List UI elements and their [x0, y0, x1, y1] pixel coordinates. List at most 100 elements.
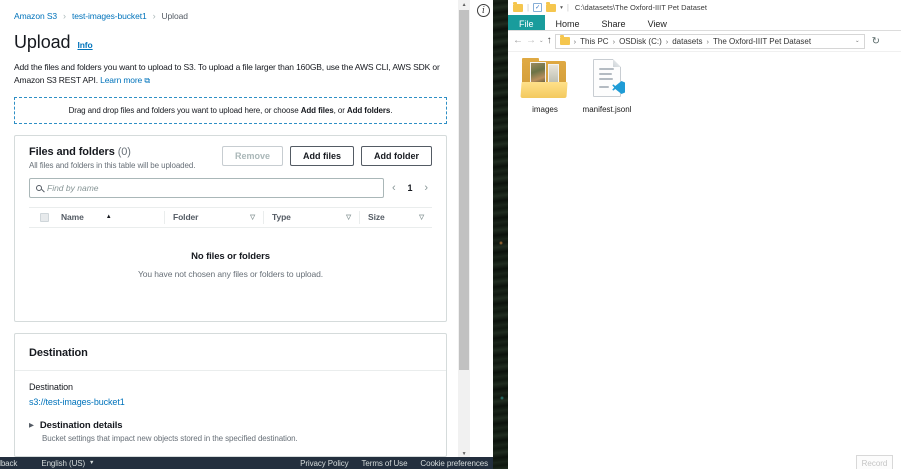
add-folder-button[interactable]: Add folder — [361, 146, 432, 166]
nav-forward-button[interactable]: → — [526, 36, 536, 46]
address-item-datasets[interactable]: datasets — [672, 37, 702, 46]
privacy-policy-link[interactable]: Privacy Policy — [300, 459, 348, 468]
filter-icon[interactable]: ▽ — [250, 213, 255, 221]
filter-icon[interactable]: ▽ — [419, 213, 424, 221]
filter-icon[interactable]: ▽ — [346, 213, 351, 221]
breadcrumb: Amazon S3 › test-images-bucket1 › Upload — [14, 11, 447, 21]
ribbon-tab-view[interactable]: View — [637, 15, 678, 30]
explorer-content[interactable]: images manifest.jsonl Record — [508, 52, 901, 469]
screen: Amazon S3 › test-images-bucket1 › Upload… — [0, 0, 901, 469]
address-bar[interactable]: › This PC › OSDisk (C:) › datasets › The… — [555, 34, 865, 49]
address-chevron-icon[interactable]: › — [666, 37, 669, 46]
file-label: manifest.jsonl — [583, 105, 632, 114]
refresh-button[interactable]: ↻ — [872, 36, 880, 47]
destination-details-title: Destination details — [40, 420, 123, 431]
jsonl-file-icon — [582, 56, 632, 102]
breadcrumb-link-amazon-s3[interactable]: Amazon S3 — [14, 11, 57, 21]
learn-more-link[interactable]: Learn more — [100, 75, 142, 85]
scroll-up-icon[interactable]: ▲ — [458, 0, 470, 9]
scroll-thumb[interactable] — [459, 10, 469, 370]
file-item-manifest-jsonl[interactable]: manifest.jsonl — [574, 56, 640, 114]
nav-up-button[interactable]: ↑ — [547, 36, 552, 46]
desktop-wallpaper — [493, 0, 508, 469]
select-all-cell — [29, 213, 59, 222]
ribbon-tab-share[interactable]: Share — [591, 15, 637, 30]
column-type-label: Type — [272, 212, 291, 222]
address-dropdown-icon[interactable]: ⌄ — [855, 38, 860, 44]
address-folder-icon — [560, 37, 570, 45]
add-files-button[interactable]: Add files — [290, 146, 354, 166]
files-card-subtitle: All files and folders in this table will… — [29, 161, 195, 170]
destination-card-title: Destination — [29, 347, 88, 359]
search-input[interactable] — [47, 183, 377, 193]
ribbon-tab-file[interactable]: File — [508, 15, 545, 30]
files-card-title: Files and folders (0) — [29, 146, 195, 158]
nav-history-dropdown-icon[interactable]: ⌄ — [539, 38, 544, 44]
page-title: Upload — [14, 32, 70, 53]
dropzone-add-files-text: Add files — [301, 106, 334, 115]
expander-arrow-icon: ▶ — [29, 421, 34, 429]
dropzone-text: Drag and drop files and folders you want… — [69, 106, 301, 115]
ribbon-tabs: File Home Share View — [508, 15, 901, 31]
cookie-preferences-link[interactable]: Cookie preferences — [420, 459, 488, 468]
column-header-type[interactable]: Type ▽ — [263, 211, 359, 224]
next-page-button[interactable]: › — [424, 182, 428, 194]
feedback-link[interactable]: Feedback — [0, 459, 17, 468]
remove-button[interactable]: Remove — [222, 146, 283, 166]
info-link[interactable]: Info — [77, 40, 92, 50]
nav-back-button[interactable]: ← — [513, 36, 523, 46]
page-scrollbar[interactable]: ▲ ▼ — [458, 0, 470, 458]
destination-details-expander[interactable]: ▶ Destination details — [29, 420, 432, 431]
explorer-titlebar[interactable]: | ✓ ▾ | C:\datasets\The Oxford-IIIT Pet … — [508, 0, 901, 15]
column-name-label: Name — [61, 212, 84, 222]
empty-state-title: No files or folders — [29, 251, 432, 262]
images-folder-icon — [520, 56, 570, 102]
column-header-name[interactable]: Name ▲ — [59, 212, 164, 222]
footer-links: Privacy Policy Terms of Use Cookie prefe… — [300, 459, 493, 468]
table-header: Name ▲ Folder ▽ Type ▽ Size ▽ — [29, 207, 432, 228]
navigation-bar: ← → ⌄ ↑ › This PC › OSDisk (C:) › datase… — [508, 31, 901, 52]
qat-new-folder-icon[interactable] — [546, 4, 556, 12]
empty-state-message: You have not chosen any files or folders… — [29, 269, 432, 279]
file-explorer-window: | ✓ ▾ | C:\datasets\The Oxford-IIIT Pet … — [508, 0, 901, 469]
file-label: images — [532, 105, 558, 114]
document-page — [593, 59, 621, 97]
page-number[interactable]: 1 — [408, 183, 413, 193]
qat-properties-check-icon[interactable]: ✓ — [533, 3, 542, 12]
file-item-images[interactable]: images — [512, 56, 578, 114]
dropzone-period: . — [390, 106, 392, 115]
language-selector[interactable]: English (US) ▼ — [41, 459, 94, 468]
select-all-checkbox[interactable] — [40, 213, 49, 222]
address-chevron-icon[interactable]: › — [706, 37, 709, 46]
record-button[interactable]: Record — [856, 455, 893, 469]
external-link-icon: ⧉ — [144, 76, 150, 85]
page-fold-corner — [613, 59, 621, 67]
qat-dropdown-icon[interactable]: ▾ — [560, 5, 563, 11]
aws-s3-upload-page: Amazon S3 › test-images-bucket1 › Upload… — [0, 0, 493, 469]
destination-bucket-link[interactable]: s3://test-images-bucket1 — [29, 397, 432, 407]
destination-card: Destination Destination s3://test-images… — [14, 333, 447, 457]
column-header-size[interactable]: Size ▽ — [359, 211, 432, 224]
prev-page-button[interactable]: ‹ — [392, 182, 396, 194]
dropzone-add-folders-text: Add folders — [347, 106, 390, 115]
address-item-pet-dataset[interactable]: The Oxford-IIIT Pet Dataset — [713, 37, 811, 46]
breadcrumb-link-bucket[interactable]: test-images-bucket1 — [72, 11, 147, 21]
destination-details-description: Bucket settings that impact new objects … — [42, 434, 432, 443]
destination-label: Destination — [29, 382, 432, 392]
description-text: Add the files and folders you want to up… — [14, 62, 440, 85]
breadcrumb-separator-icon: › — [153, 11, 156, 21]
address-item-this-pc[interactable]: This PC — [580, 37, 608, 46]
column-header-folder[interactable]: Folder ▽ — [164, 211, 263, 224]
address-item-osdisk[interactable]: OSDisk (C:) — [619, 37, 662, 46]
ribbon-tab-home[interactable]: Home — [545, 15, 591, 30]
search-box — [29, 178, 384, 198]
language-label: English (US) — [41, 459, 85, 468]
terms-of-use-link[interactable]: Terms of Use — [362, 459, 408, 468]
sort-asc-icon[interactable]: ▲ — [106, 214, 112, 220]
aws-content: Amazon S3 › test-images-bucket1 › Upload… — [14, 8, 447, 469]
address-chevron-icon[interactable]: › — [574, 37, 577, 46]
address-chevron-icon[interactable]: › — [613, 37, 616, 46]
files-count: (0) — [118, 146, 131, 158]
upload-dropzone[interactable]: Drag and drop files and folders you want… — [14, 97, 447, 124]
files-card-actions: Remove Add files Add folder — [222, 146, 432, 166]
